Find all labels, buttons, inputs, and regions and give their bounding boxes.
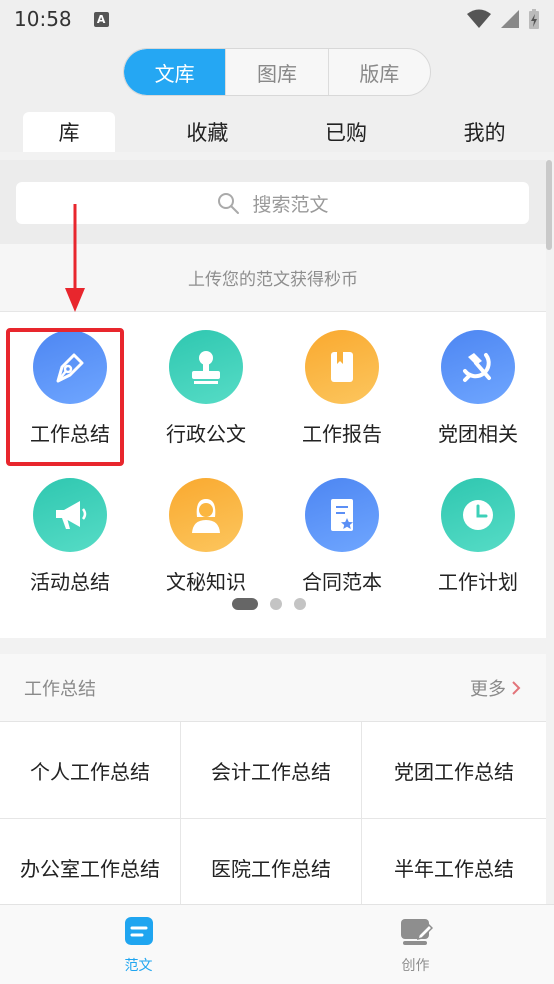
tab-ku[interactable]: 库 <box>23 112 115 152</box>
contract-icon <box>305 478 379 552</box>
category-secretary[interactable]: 文秘知识 <box>138 460 274 600</box>
highlight-box <box>6 328 124 466</box>
status-time: 10:58 <box>14 7 72 31</box>
summary-item[interactable]: 个人工作总结 <box>0 722 181 819</box>
summary-item[interactable]: 党团工作总结 <box>362 722 546 819</box>
category-work-report[interactable]: 工作报告 <box>274 312 410 452</box>
category-grid: 工作总结 行政公文 工作报告 党团相关 活动总结 文秘知识 合同范本 工作计划 <box>0 204 546 638</box>
tab-favorites[interactable]: 收藏 <box>138 112 277 152</box>
summary-grid: 个人工作总结 会计工作总结 党团工作总结 办公室工作总结 医院工作总结 半年工作… <box>0 722 546 904</box>
nav-fanwen[interactable]: 范文 <box>0 905 277 984</box>
megaphone-icon <box>33 478 107 552</box>
page-dot-active <box>232 598 258 610</box>
tab-tuku[interactable]: 图库 <box>226 49 329 95</box>
search-icon <box>218 193 240 214</box>
clock-icon <box>441 478 515 552</box>
category-activity-summary[interactable]: 活动总结 <box>2 460 138 600</box>
signal-icon <box>501 10 519 28</box>
more-link[interactable]: 更多 <box>470 675 522 701</box>
category-admin-docs[interactable]: 行政公文 <box>138 312 274 452</box>
arrow-down-icon <box>65 204 85 312</box>
upload-hint-text: 上传您的范文获得秒币 <box>188 270 358 290</box>
secretary-icon <box>169 478 243 552</box>
tab-purchased[interactable]: 已购 <box>277 112 416 152</box>
edit-icon <box>400 918 433 945</box>
hammer-sickle-icon <box>441 330 515 404</box>
book-icon <box>305 330 379 404</box>
sub-tabs: 库 收藏 已购 我的 <box>0 112 554 152</box>
category-label: 党团相关 <box>438 422 518 446</box>
stamp-icon <box>169 330 243 404</box>
section-title: 工作总结 <box>24 678 96 700</box>
category-work-plan[interactable]: 工作计划 <box>410 460 546 600</box>
notification-badge-icon: A <box>93 11 109 27</box>
tab-wenku[interactable]: 文库 <box>124 49 227 95</box>
library-type-switch: 文库 图库 版库 <box>123 48 431 96</box>
nav-label: 范文 <box>124 957 153 974</box>
category-label: 文秘知识 <box>166 570 246 594</box>
page-indicator <box>232 598 306 610</box>
category-label: 工作报告 <box>302 422 382 446</box>
category-contract[interactable]: 合同范本 <box>274 460 410 600</box>
section-header: 工作总结 更多 <box>0 654 546 722</box>
tab-mine[interactable]: 我的 <box>415 112 554 152</box>
search-placeholder: 搜索范文 <box>252 193 329 216</box>
category-label: 工作计划 <box>438 570 518 594</box>
more-label: 更多 <box>470 678 506 700</box>
document-icon <box>124 916 153 945</box>
nav-chuangzuo[interactable]: 创作 <box>277 905 554 984</box>
summary-item[interactable]: 办公室工作总结 <box>0 819 181 904</box>
page-dot <box>270 598 282 610</box>
scrollbar[interactable] <box>546 160 552 250</box>
page-dot <box>294 598 306 610</box>
category-label: 活动总结 <box>30 570 110 594</box>
summary-item[interactable]: 会计工作总结 <box>181 722 362 819</box>
wifi-icon <box>467 9 491 28</box>
summary-item[interactable]: 医院工作总结 <box>181 819 362 904</box>
bottom-nav: 范文 创作 <box>0 904 554 984</box>
category-label: 合同范本 <box>302 570 382 594</box>
nav-label: 创作 <box>401 957 430 974</box>
status-bar: 10:58 A <box>0 0 554 38</box>
content-panel: 搜索范文 上传您的范文获得秒币 工作总结 行政公文 工作报告 党团相关 活动总结… <box>0 152 554 904</box>
category-party[interactable]: 党团相关 <box>410 312 546 452</box>
tab-banku[interactable]: 版库 <box>329 49 430 95</box>
search-input[interactable]: 搜索范文 <box>16 182 529 224</box>
battery-icon <box>529 9 539 29</box>
chevron-right-icon <box>512 680 521 695</box>
category-label: 行政公文 <box>166 422 246 446</box>
summary-item[interactable]: 半年工作总结 <box>362 819 546 904</box>
